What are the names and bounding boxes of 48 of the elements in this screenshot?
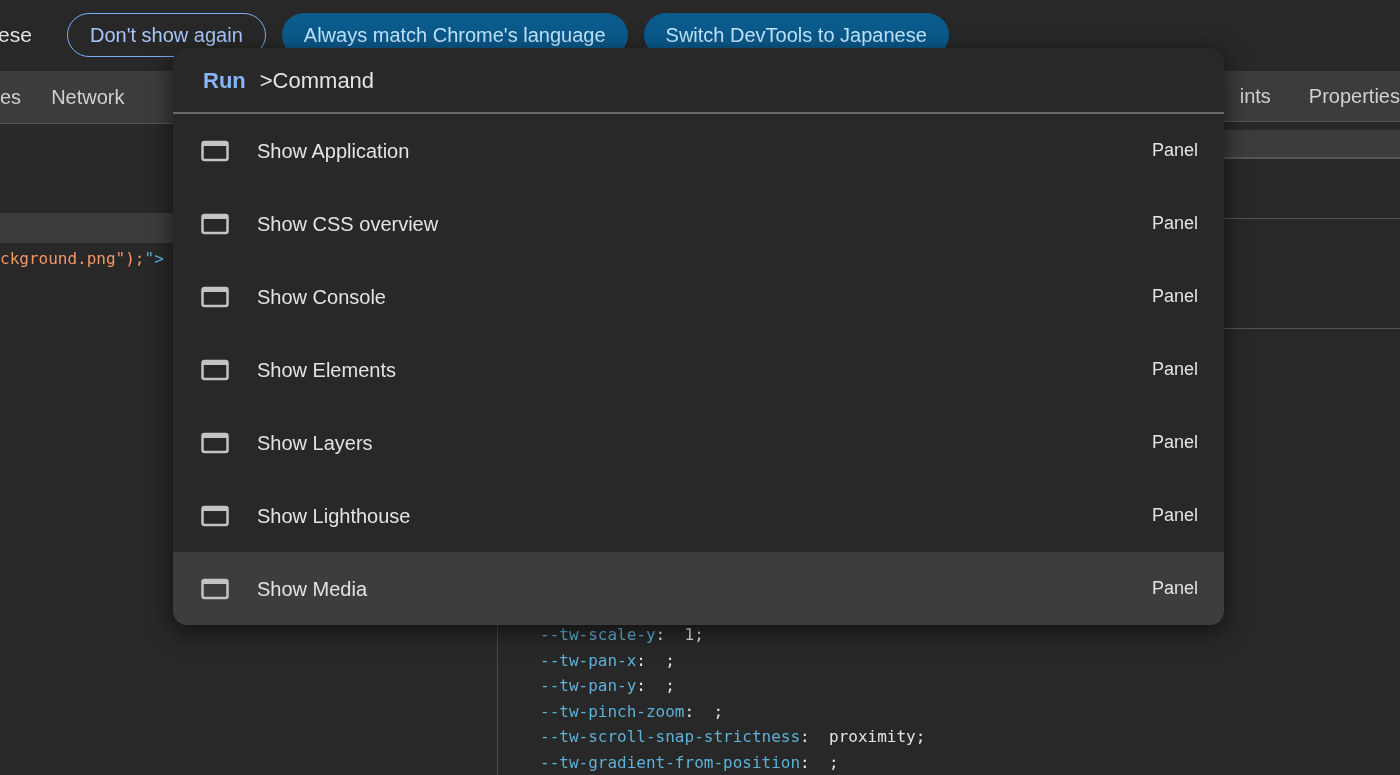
command-input[interactable]: >Command <box>259 63 1194 97</box>
css-property: --tw-scroll-snap-strictness <box>540 726 801 748</box>
category-label: Panel <box>1151 577 1198 600</box>
command-label: Show Application <box>257 138 410 164</box>
window-icon <box>201 285 229 308</box>
css-value: : proximity; <box>800 726 926 748</box>
command-label: Show Layers <box>257 430 373 456</box>
panel-tab[interactable]: ints <box>1239 81 1271 112</box>
window-icon <box>201 504 229 527</box>
css-value: : ; <box>636 675 675 697</box>
window-icon <box>201 212 229 235</box>
window-icon <box>201 139 229 162</box>
command-item[interactable]: Show Lighthouse Panel <box>173 479 1224 552</box>
css-property: --tw-pinch-zoom <box>540 700 685 723</box>
css-value: : ; <box>800 751 839 774</box>
window-icon <box>201 577 229 600</box>
category-label: Panel <box>1151 139 1198 162</box>
command-item[interactable]: Show Media Panel <box>173 552 1224 625</box>
panel-tab[interactable]: es <box>0 82 22 112</box>
command-item[interactable]: Show CSS overview Panel <box>173 187 1224 260</box>
category-label: Panel <box>1151 431 1198 454</box>
command-label: Show Elements <box>257 357 396 383</box>
command-label: Show Console <box>257 284 386 310</box>
category-label: Panel <box>1151 285 1198 308</box>
tag-bracket: "> <box>144 248 164 270</box>
category-label: Panel <box>1151 504 1198 527</box>
css-property: --tw-scale-y <box>540 624 656 646</box>
command-label: Show CSS overview <box>257 211 439 237</box>
command-item[interactable]: Show Elements Panel <box>173 333 1224 406</box>
css-value: : ; <box>636 649 675 672</box>
command-item[interactable]: Show Console Panel <box>173 260 1224 333</box>
css-value: : 1; <box>655 624 704 646</box>
command-label: Show Media <box>257 576 368 602</box>
window-icon <box>201 358 229 381</box>
command-item[interactable]: Show Layers Panel <box>173 406 1224 479</box>
css-property: --tw-gradient-from-position <box>540 751 801 774</box>
category-label: Panel <box>1151 358 1198 381</box>
window-icon <box>201 431 229 454</box>
command-item[interactable]: Show Application Panel <box>173 114 1224 187</box>
css-property: --tw-pan-x <box>540 649 637 672</box>
run-label: Run <box>203 66 246 95</box>
css-value: : ; <box>684 700 724 723</box>
panel-tab[interactable]: Properties <box>1308 81 1400 112</box>
css-property: --tw-pan-y <box>540 675 637 697</box>
command-label: Show Lighthouse <box>257 503 411 529</box>
attribute-value: ckground.png"); <box>0 248 145 270</box>
panel-tab[interactable]: Network <box>51 82 125 112</box>
category-label: Panel <box>1151 212 1198 235</box>
